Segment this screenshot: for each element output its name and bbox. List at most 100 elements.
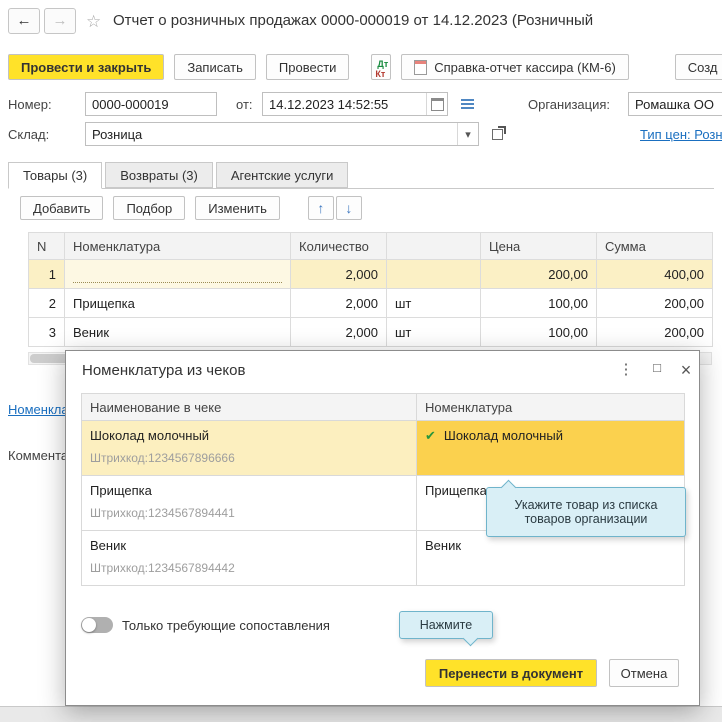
cell-quantity[interactable]: 2,000 [290,288,387,318]
mapping-row-3[interactable]: Веник Штрихкод:1234567894442 Веник [81,530,685,586]
organization-label: Организация: [528,97,611,112]
cell-nomenclature[interactable]: Прищепка [64,288,291,318]
warehouse-label: Склад: [8,127,50,142]
cashier-report-button[interactable]: Справка-отчет кассира (КМ-6) [401,54,629,80]
back-button[interactable]: ← [8,8,40,34]
open-icon [491,125,506,140]
cell-receipt-name[interactable]: Прищепка Штрихкод:1234567894441 [81,475,417,531]
edit-button[interactable]: Изменить [195,196,280,220]
back-arrow-icon: ← [16,12,32,29]
chevron-down-icon: ▾ [465,128,471,141]
cell-nomenclature-editing[interactable] [64,259,291,289]
matched-item-name: Шоколад молочный [443,428,563,443]
header-quantity[interactable]: Количество [290,232,387,260]
matched-item-name: Веник [425,538,462,553]
cell-n[interactable]: 3 [28,317,65,347]
report-document-icon [414,59,428,75]
goods-row-3[interactable]: 3 Веник 2,000 шт 100,00 200,00 [28,317,713,347]
page-title: Отчет о розничных продажах 0000-000019 о… [113,12,594,29]
favorite-star-icon[interactable]: ☆ [86,12,101,32]
move-up-button[interactable]: ↑ [307,196,334,220]
cell-unit[interactable] [386,259,481,289]
date-input-group [262,92,448,116]
cell-receipt-name[interactable]: Веник Штрихкод:1234567894442 [81,530,417,586]
cell-quantity[interactable]: 2,000 [290,317,387,347]
dt-kt-button[interactable]: Дт Кт [371,54,392,80]
move-down-button[interactable]: ↓ [335,196,362,220]
check-icon: ✔ [425,428,436,443]
calendar-button[interactable] [426,93,447,115]
warehouse-open-button[interactable] [486,123,508,145]
cashier-report-label: Справка-отчет кассира (КМ-6) [434,59,616,75]
header-n[interactable]: N [28,232,65,260]
matched-item-name: Прищепка [425,483,487,498]
number-input[interactable] [85,92,217,116]
warehouse-input[interactable] [86,123,457,145]
add-button[interactable]: Добавить [20,196,104,220]
cell-unit[interactable]: шт [386,288,481,318]
organization-input[interactable] [628,92,722,116]
warehouse-combo: ▾ [85,122,479,146]
cell-unit[interactable]: шт [386,317,481,347]
cell-sum[interactable]: 200,00 [596,317,713,347]
cell-price[interactable]: 200,00 [480,259,597,289]
tab-goods[interactable]: Товары (3) [8,162,103,189]
pick-button[interactable]: Подбор [113,196,186,220]
mapping-row-1[interactable]: Шоколад молочный Штрихкод:1234567896666 … [81,420,685,476]
warehouse-dropdown-button[interactable]: ▾ [457,123,478,145]
transfer-to-document-button[interactable]: Перенести в документ [425,659,597,687]
table-toolbar: Добавить Подбор Изменить ↑ ↓ [20,196,364,220]
empty-value-underline [73,266,282,283]
receipt-item-name: Веник [90,538,127,553]
header-nomenclature[interactable]: Номенклатура [416,393,685,421]
post-button[interactable]: Провести [265,54,350,80]
only-unmatched-toggle[interactable] [81,617,113,633]
cell-n[interactable]: 1 [28,259,65,289]
tooltip-select-text: Укажите товар из списка товаров организа… [514,498,658,526]
modal-title: Номенклатура из чеков [82,362,246,379]
forward-button[interactable]: → [44,8,76,34]
header-unit[interactable] [386,232,481,260]
barcode-text: Штрихкод:1234567896666 [90,451,235,465]
more-menu-icon[interactable]: ⋮ [616,360,636,378]
cell-nomenclature[interactable]: Веник [64,317,291,347]
cell-sum[interactable]: 400,00 [596,259,713,289]
date-input[interactable] [263,93,426,115]
cell-sum[interactable]: 200,00 [596,288,713,318]
write-button[interactable]: Записать [174,54,256,80]
cell-matched-nomenclature[interactable]: ✔ Шоколад молочный [416,420,685,476]
related-documents-button[interactable] [456,93,478,115]
cell-receipt-name[interactable]: Шоколад молочный Штрихкод:1234567896666 [81,420,417,476]
cell-price[interactable]: 100,00 [480,288,597,318]
goods-row-1[interactable]: 1 2,000 200,00 400,00 [28,259,713,289]
cell-quantity[interactable]: 2,000 [290,259,387,289]
mapping-header-row: Наименование в чеке Номенклатура [81,393,685,421]
tab-bar: Товары (3) Возвраты (3) Агентские услуги [8,162,351,189]
forward-arrow-icon: → [52,12,68,29]
related-documents-icon [460,99,474,101]
cell-n[interactable]: 2 [28,288,65,318]
header-sum[interactable]: Сумма [596,232,713,260]
create-button[interactable]: Созд [674,54,722,80]
cancel-button[interactable]: Отмена [609,659,679,687]
tab-agent-services[interactable]: Агентские услуги [215,162,349,188]
cell-price[interactable]: 100,00 [480,317,597,347]
tab-returns[interactable]: Возвраты (3) [105,162,213,188]
goods-table: N Номенклатура Количество Цена Сумма 1 2… [28,232,713,347]
header-price[interactable]: Цена [480,232,597,260]
close-icon[interactable]: × [676,360,696,381]
header-nomenclature[interactable]: Номенклатура [64,232,291,260]
calendar-icon [430,97,444,111]
toggle-knob [82,618,96,632]
barcode-text: Штрихкод:1234567894442 [90,561,235,575]
barcode-text: Штрихкод:1234567894441 [90,506,235,520]
header-receipt-name[interactable]: Наименование в чеке [81,393,417,421]
number-label: Номер: [8,97,52,112]
main-toolbar: Провести и закрыть Записать Провести Дт … [8,54,722,82]
cell-matched-nomenclature[interactable]: Веник [416,530,685,586]
date-label: от: [236,97,253,112]
maximize-icon[interactable]: □ [647,360,667,375]
goods-row-2[interactable]: 2 Прищепка 2,000 шт 100,00 200,00 [28,288,713,318]
post-and-close-button[interactable]: Провести и закрыть [8,54,165,80]
price-type-link[interactable]: Тип цен: Розн [640,127,722,142]
